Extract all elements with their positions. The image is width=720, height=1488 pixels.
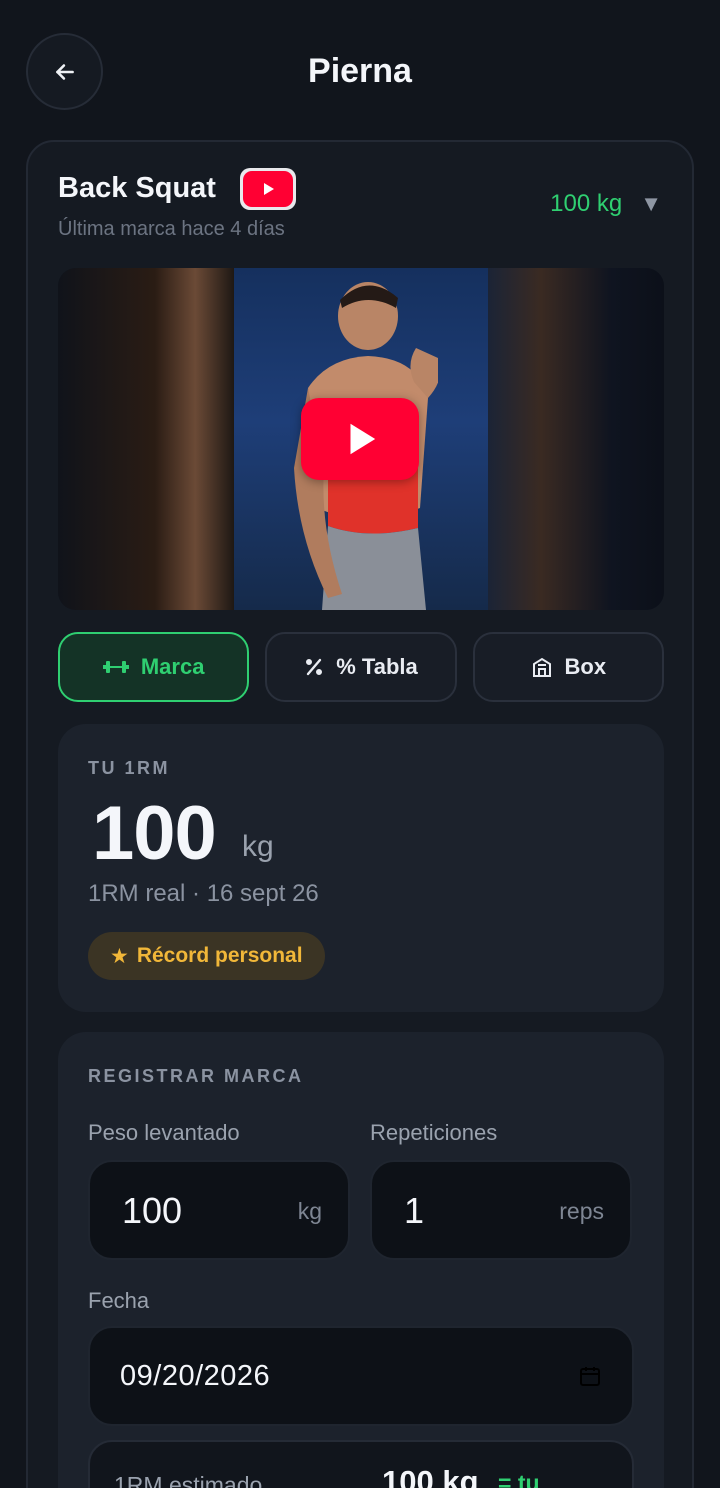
reps-input-value: 1 xyxy=(404,1190,425,1231)
record-badge-label: Récord personal xyxy=(136,944,303,967)
header: Pierna xyxy=(0,0,720,142)
one-rm-value: 100 xyxy=(92,791,217,876)
date-input[interactable]: 09/20/2026 xyxy=(88,1326,634,1426)
reps-input[interactable]: 1 reps xyxy=(370,1160,632,1260)
estimate-tag: = tu xyxy=(498,1470,540,1488)
page-title: Pierna xyxy=(308,52,412,90)
weight-input[interactable]: 100 kg xyxy=(88,1160,350,1260)
video-bg-right xyxy=(488,268,664,610)
tab-bar: Marca % Tabla Box xyxy=(58,632,664,702)
one-rm-unit: kg xyxy=(242,830,274,863)
one-rm-meta: 1RM real · 16 sept 26 xyxy=(88,880,319,907)
one-rm-label: TU 1RM xyxy=(88,758,170,778)
record-badge: ★ Récord personal xyxy=(88,932,325,980)
estimate-row: 1RM estimado 100 kg = tu xyxy=(88,1440,634,1488)
register-label: REGISTRAR MARCA xyxy=(88,1066,304,1086)
building-icon xyxy=(532,657,551,677)
youtube-button[interactable] xyxy=(240,168,296,210)
youtube-icon xyxy=(243,171,293,207)
tab-tabla-label: % Tabla xyxy=(336,654,418,679)
weight-dropdown[interactable]: 100 kg ▼ xyxy=(550,190,662,218)
weight-field-label: Peso levantado xyxy=(88,1120,240,1145)
dumbbell-icon xyxy=(102,661,129,673)
exercise-name: Back Squat xyxy=(58,172,216,204)
video-bg-left xyxy=(58,268,234,610)
tab-marca[interactable]: Marca xyxy=(58,632,250,702)
estimate-value: 100 kg xyxy=(382,1464,479,1488)
percent-icon xyxy=(306,658,323,676)
selected-weight: 100 kg xyxy=(550,190,623,217)
register-panel: REGISTRAR MARCA Peso levantado 100 kg Re… xyxy=(58,1032,664,1488)
calendar-icon[interactable] xyxy=(578,1364,602,1388)
tab-box-label: Box xyxy=(564,654,607,679)
tab-tabla[interactable]: % Tabla xyxy=(265,632,457,702)
date-field-label: Fecha xyxy=(88,1288,150,1313)
weight-input-unit: kg xyxy=(297,1198,322,1224)
reps-field-label: Repeticiones xyxy=(370,1120,498,1145)
video-thumbnail[interactable] xyxy=(58,268,664,610)
chevron-down-icon: ▼ xyxy=(640,191,662,216)
estimate-label: 1RM estimado xyxy=(114,1472,263,1488)
play-icon xyxy=(350,423,376,455)
one-rm-panel: TU 1RM 100 kg 1RM real · 16 sept 26 ★ Ré… xyxy=(58,724,664,1012)
exercise-card: Back Squat Última marca hace 4 días 100 … xyxy=(26,140,694,1488)
play-button[interactable] xyxy=(301,398,419,480)
tab-marca-label: Marca xyxy=(140,654,205,679)
weight-input-value: 100 xyxy=(122,1190,183,1231)
last-mark-text: Última marca hace 4 días xyxy=(58,218,285,240)
tab-box[interactable]: Box xyxy=(472,632,664,702)
star-icon: ★ xyxy=(110,944,129,968)
date-input-value: 09/20/2026 xyxy=(120,1360,271,1392)
reps-input-unit: reps xyxy=(559,1198,604,1224)
